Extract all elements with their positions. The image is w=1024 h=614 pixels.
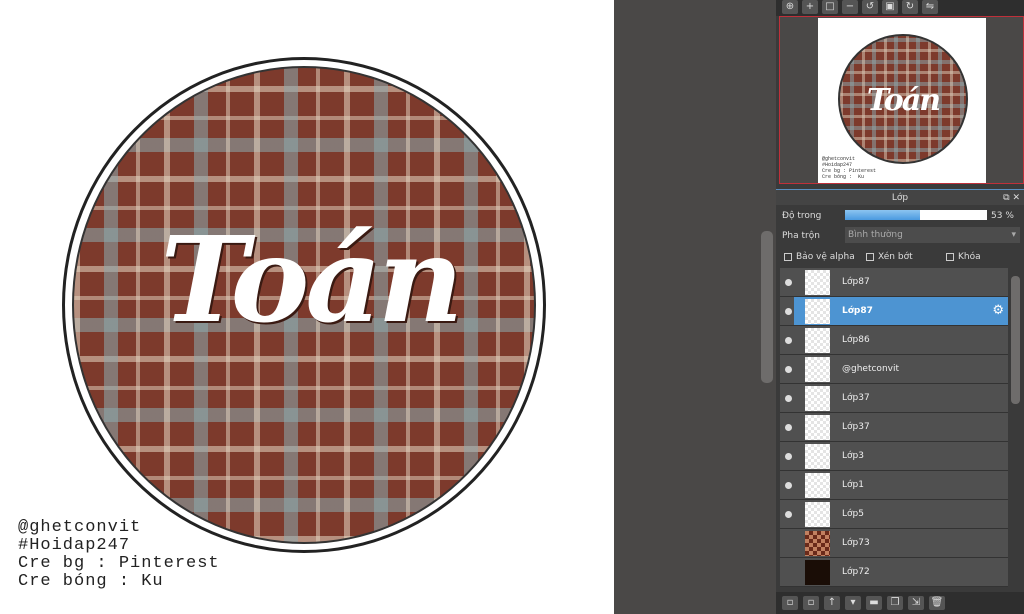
layer-panel: ⊕ + □ − ↺ ▣ ↻ ⇋ Toán @ghetconvit #Hoidap2…: [776, 0, 1024, 614]
merge-icon[interactable]: ⇲: [908, 596, 924, 610]
reset-view-icon[interactable]: ▣: [882, 0, 898, 14]
layer-thumbnail: [805, 299, 830, 324]
protect-alpha-checkbox[interactable]: Bảo vệ alpha: [784, 252, 855, 262]
rotate-left-icon[interactable]: ↺: [862, 0, 878, 14]
title-lettering: Toán: [160, 210, 463, 349]
layer-row[interactable]: Lớp87: [780, 268, 1008, 297]
canvas-scrollbar[interactable]: [761, 231, 773, 383]
blend-mode-select[interactable]: Bình thường ▾: [845, 227, 1020, 243]
zoom-out-icon[interactable]: −: [842, 0, 858, 14]
layer-name: Lớp37: [842, 393, 870, 403]
credits-text: @ghetconvit #Hoidap247 Cre bg : Pinteres…: [18, 519, 220, 591]
layer-thumbnail: [805, 473, 830, 498]
visibility-icon[interactable]: [785, 337, 792, 344]
canvas-document[interactable]: Toán @ghetconvit #Hoidap247 Cre bg : Pin…: [0, 0, 614, 614]
gear-icon[interactable]: ⚙: [992, 303, 1004, 318]
layer-thumbnail: [805, 357, 830, 382]
popout-icon[interactable]: ⧉: [1003, 193, 1009, 203]
layer-name: Lớp73: [842, 538, 870, 548]
blend-value: Bình thường: [848, 230, 903, 240]
layer-row[interactable]: Lớp37: [780, 413, 1008, 442]
add-layer-menu-icon[interactable]: ▾: [845, 596, 861, 610]
checkbox-label: Xén bớt: [878, 252, 913, 262]
layer-row[interactable]: Lớp37: [780, 384, 1008, 413]
layer-thumbnail: [805, 415, 830, 440]
navigator-document: Toán @ghetconvit #Hoidap247 Cre bg : Pinte…: [818, 18, 986, 183]
import-icon[interactable]: ↑: [824, 596, 840, 610]
layer-name: Lớp37: [842, 422, 870, 432]
layer-name: Lớp1: [842, 480, 864, 490]
layer-row[interactable]: Lớp86: [780, 326, 1008, 355]
opacity-fill: [845, 210, 921, 220]
checkbox-label: Bảo vệ alpha: [796, 252, 855, 262]
credit-line: Cre bg : Pinterest: [18, 554, 220, 573]
credit-line: Cre bóng : Ku: [822, 174, 865, 180]
visibility-icon[interactable]: [785, 366, 792, 373]
checkbox-icon: [866, 252, 874, 261]
opacity-label: Độ trong: [782, 211, 822, 221]
visibility-icon[interactable]: [785, 482, 792, 489]
layer-thumbnail: [805, 444, 830, 469]
credit-line: @ghetconvit: [18, 518, 142, 537]
checkbox-label: Khóa: [958, 252, 981, 262]
credit-line: #Hoidap247: [18, 536, 131, 555]
rotate-right-icon[interactable]: ↻: [902, 0, 918, 14]
layer-name: @ghetconvit: [842, 364, 899, 374]
folder-icon[interactable]: ▬: [866, 596, 882, 610]
lock-checkbox[interactable]: Khóa: [946, 252, 981, 262]
chevron-down-icon: ▾: [1011, 230, 1016, 240]
navigator-toolbar: ⊕ + □ − ↺ ▣ ↻ ⇋: [776, 0, 1024, 16]
layer-name: Lớp86: [842, 335, 870, 345]
panel-title: Lớp: [891, 193, 909, 203]
flip-icon[interactable]: ⇋: [922, 0, 938, 14]
layer-name: Lớp87: [842, 306, 873, 316]
layer-list: Lớp87 Lớp87 ⚙ Lớp86 @ghetconvit Lớp37 Lớp37 Lớp…: [780, 268, 1008, 590]
navigator-preview[interactable]: Toán @ghetconvit #Hoidap247 Cre bg : Pinte…: [779, 16, 1024, 184]
blend-label: Pha trộn: [782, 231, 820, 241]
visibility-icon[interactable]: [785, 453, 792, 460]
visibility-icon[interactable]: [785, 279, 792, 286]
new-layer-8bit-icon[interactable]: ▫: [803, 596, 819, 610]
layer-scrollbar[interactable]: [1011, 276, 1020, 404]
visibility-icon[interactable]: [785, 308, 792, 315]
visibility-icon[interactable]: [785, 424, 792, 431]
layer-name: Lớp87: [842, 277, 870, 287]
zoom-fit-icon[interactable]: ⊕: [782, 0, 798, 14]
layer-actions-bar: ▫ ▫ ↑ ▾ ▬ ❐ ⇲ 🗑: [776, 592, 1024, 614]
layer-thumbnail: [805, 560, 830, 585]
navigator-credits: @ghetconvit #Hoidap247 Cre bg : Pinterest C…: [822, 156, 876, 180]
checkbox-icon: [784, 252, 792, 261]
layer-row[interactable]: Lớp5: [780, 500, 1008, 529]
layer-name: Lớp3: [842, 451, 864, 461]
layer-name: Lớp72: [842, 567, 870, 577]
layer-row[interactable]: Lớp73: [780, 529, 1008, 558]
opacity-value: 53 %: [991, 211, 1014, 221]
panel-header: Lớp ⧉ ✕: [776, 189, 1024, 205]
layer-name: Lớp5: [842, 509, 864, 519]
credit-line: Cre bóng : Ku: [18, 572, 164, 591]
new-layer-icon[interactable]: ▫: [782, 596, 798, 610]
checkbox-icon: [946, 252, 954, 261]
opacity-slider[interactable]: [845, 210, 987, 220]
layer-row[interactable]: Lớp1: [780, 471, 1008, 500]
navigator-circle: Toán: [838, 34, 968, 164]
trash-icon[interactable]: 🗑: [929, 596, 945, 610]
layer-thumbnail: [805, 328, 830, 353]
close-icon[interactable]: ✕: [1012, 193, 1020, 203]
zoom-in-icon[interactable]: +: [802, 0, 818, 14]
visibility-icon[interactable]: [785, 395, 792, 402]
layer-row[interactable]: @ghetconvit: [780, 355, 1008, 384]
layer-row[interactable]: Lớp72: [780, 558, 1008, 587]
layer-thumbnail: [805, 270, 830, 295]
layer-row[interactable]: Lớp3: [780, 442, 1008, 471]
layer-thumbnail: [805, 386, 830, 411]
visibility-icon[interactable]: [785, 511, 792, 518]
layer-row[interactable]: Lớp87 ⚙: [780, 297, 1008, 326]
fit-screen-icon[interactable]: □: [822, 0, 838, 14]
duplicate-icon[interactable]: ❐: [887, 596, 903, 610]
layer-thumbnail: [805, 502, 830, 527]
layer-thumbnail: [805, 531, 830, 556]
clip-checkbox[interactable]: Xén bớt: [866, 252, 913, 262]
